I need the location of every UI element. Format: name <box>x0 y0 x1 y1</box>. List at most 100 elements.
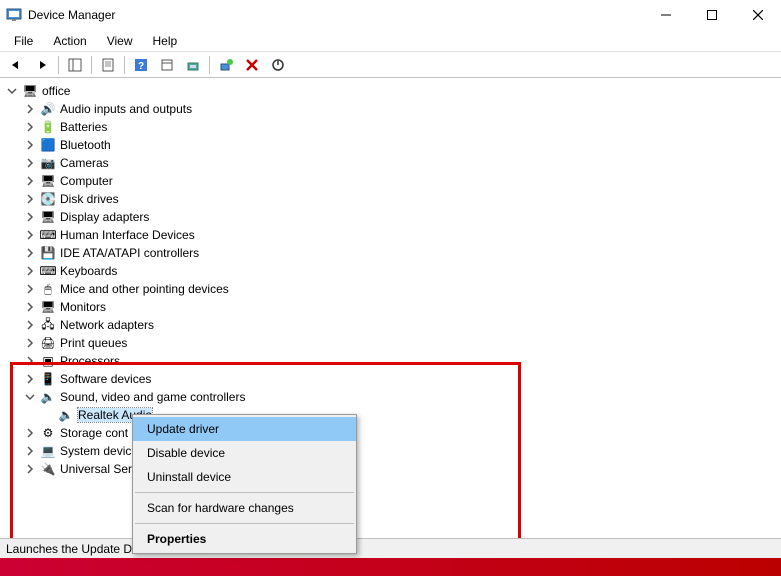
tree-category[interactable]: ⌨Human Interface Devices <box>24 226 775 244</box>
expander-closed-icon[interactable] <box>24 121 36 133</box>
tree-category[interactable]: 💾IDE ATA/ATAPI controllers <box>24 244 775 262</box>
scan-hardware-button[interactable] <box>214 54 238 76</box>
back-button[interactable] <box>4 54 28 76</box>
sound-icon: 🔈 <box>40 389 56 405</box>
expander-closed-icon[interactable] <box>24 247 36 259</box>
tree-category[interactable]: 🖥Monitors <box>24 298 775 316</box>
usb-icon: 🔌 <box>40 461 56 477</box>
menu-action[interactable]: Action <box>45 32 94 50</box>
expander-closed-icon[interactable] <box>24 301 36 313</box>
action-button[interactable] <box>155 54 179 76</box>
tree-category[interactable]: 🖥 Computer <box>24 172 775 190</box>
disable-button[interactable] <box>266 54 290 76</box>
statusbar: Launches the Update Driver Wizard for th… <box>0 538 781 558</box>
tree-root[interactable]: 🖥 office <box>6 82 775 100</box>
cpu-icon: ▣ <box>40 353 56 369</box>
tree-category-label: Computer <box>60 174 113 188</box>
tree-category[interactable]: 🔊Audio inputs and outputs <box>24 100 775 118</box>
tree-category[interactable]: 💽 Disk drives <box>24 190 775 208</box>
pc-icon: 🖥 <box>22 83 38 99</box>
monitor-icon: 🖥 <box>40 173 56 189</box>
menu-view[interactable]: View <box>99 32 141 50</box>
tree-category-label: Storage cont <box>60 426 128 440</box>
expander-closed-icon[interactable] <box>24 175 36 187</box>
menubar: File Action View Help <box>0 30 781 52</box>
expander-closed-icon[interactable] <box>24 193 36 205</box>
update-driver-button[interactable] <box>181 54 205 76</box>
tree-category-label: Batteries <box>60 120 107 134</box>
help-button[interactable]: ? <box>129 54 153 76</box>
tree-category[interactable]: 🖱 Mice and other pointing devices <box>24 280 775 298</box>
expander-closed-icon[interactable] <box>24 265 36 277</box>
tree-category-label: Network adapters <box>60 318 154 332</box>
expander-open-icon[interactable] <box>24 391 36 403</box>
tree-category[interactable]: 🖧Network adapters <box>24 316 775 334</box>
forward-button[interactable] <box>30 54 54 76</box>
software-icon: 📱 <box>40 371 56 387</box>
storage-icon: ⚙ <box>40 425 56 441</box>
tree-category[interactable]: ⌨Keyboards <box>24 262 775 280</box>
menu-file[interactable]: File <box>6 32 41 50</box>
expander-closed-icon[interactable] <box>24 427 36 439</box>
properties-button[interactable] <box>96 54 120 76</box>
tree-category-label: Disk drives <box>60 192 119 206</box>
tree-category[interactable]: 📱 Software devices <box>24 370 775 388</box>
ide-icon: 💾 <box>40 245 56 261</box>
maximize-button[interactable] <box>689 0 735 30</box>
expander-closed-icon[interactable] <box>24 229 36 241</box>
tree-category-label: Software devices <box>60 372 151 386</box>
menu-help[interactable]: Help <box>145 32 186 50</box>
expander-closed-icon[interactable] <box>24 337 36 349</box>
app-icon <box>6 7 22 23</box>
expander-closed-icon[interactable] <box>24 463 36 475</box>
device-tree[interactable]: 🖥 office 🔊Audio inputs and outputs🔋 Batteri… <box>0 78 781 554</box>
tree-category[interactable]: 🖨 Print queues <box>24 334 775 352</box>
expander-closed-icon[interactable] <box>24 373 36 385</box>
show-hide-tree-button[interactable] <box>63 54 87 76</box>
context-menu-item[interactable]: Scan for hardware changes <box>133 496 356 520</box>
tree-category[interactable]: ▣Processors <box>24 352 775 370</box>
monitor-icon: 🖥 <box>40 299 56 315</box>
expander-closed-icon[interactable] <box>24 139 36 151</box>
expander-closed-icon[interactable] <box>24 445 36 457</box>
expander-closed-icon[interactable] <box>24 157 36 169</box>
close-button[interactable] <box>735 0 781 30</box>
tree-category-label: Mice and other pointing devices <box>60 282 229 296</box>
speaker-icon: 🔊 <box>40 101 56 117</box>
tree-category[interactable]: 🔋 Batteries <box>24 118 775 136</box>
expander-closed-icon[interactable] <box>24 103 36 115</box>
context-menu-item[interactable]: Update driver <box>133 417 356 441</box>
window-controls <box>643 0 781 30</box>
toolbar: ? <box>0 52 781 78</box>
tree-root-label: office <box>42 84 70 98</box>
expander-closed-icon[interactable] <box>24 283 36 295</box>
camera-icon: 📷 <box>40 155 56 171</box>
context-menu-item[interactable]: Disable device <box>133 441 356 465</box>
monitor-icon: 🖥 <box>40 209 56 225</box>
hid-icon: ⌨ <box>40 227 56 243</box>
titlebar: Device Manager <box>0 0 781 30</box>
expander-closed-icon[interactable] <box>24 211 36 223</box>
printer-icon: 🖨 <box>40 335 56 351</box>
context-menu-item[interactable]: Properties <box>133 527 356 551</box>
uninstall-button[interactable] <box>240 54 264 76</box>
disk-icon: 💽 <box>40 191 56 207</box>
battery-icon: 🔋 <box>40 119 56 135</box>
bluetooth-icon: 🟦 <box>40 137 56 153</box>
context-menu-separator <box>135 523 354 524</box>
mouse-icon: 🖱 <box>40 281 56 297</box>
window-title: Device Manager <box>28 8 115 22</box>
expander-open-icon[interactable] <box>6 85 18 97</box>
context-menu-item[interactable]: Uninstall device <box>133 465 356 489</box>
tree-category-label: Print queues <box>60 336 127 350</box>
keyboard-icon: ⌨ <box>40 263 56 279</box>
expander-closed-icon[interactable] <box>24 319 36 331</box>
expander-closed-icon[interactable] <box>24 355 36 367</box>
tree-category[interactable]: 📷Cameras <box>24 154 775 172</box>
tree-category[interactable]: 🖥Display adapters <box>24 208 775 226</box>
tree-category-label: Bluetooth <box>60 138 111 152</box>
tree-category[interactable]: 🟦 Bluetooth <box>24 136 775 154</box>
context-menu-separator <box>135 492 354 493</box>
tree-category[interactable]: 🔈Sound, video and game controllers <box>24 388 775 406</box>
minimize-button[interactable] <box>643 0 689 30</box>
